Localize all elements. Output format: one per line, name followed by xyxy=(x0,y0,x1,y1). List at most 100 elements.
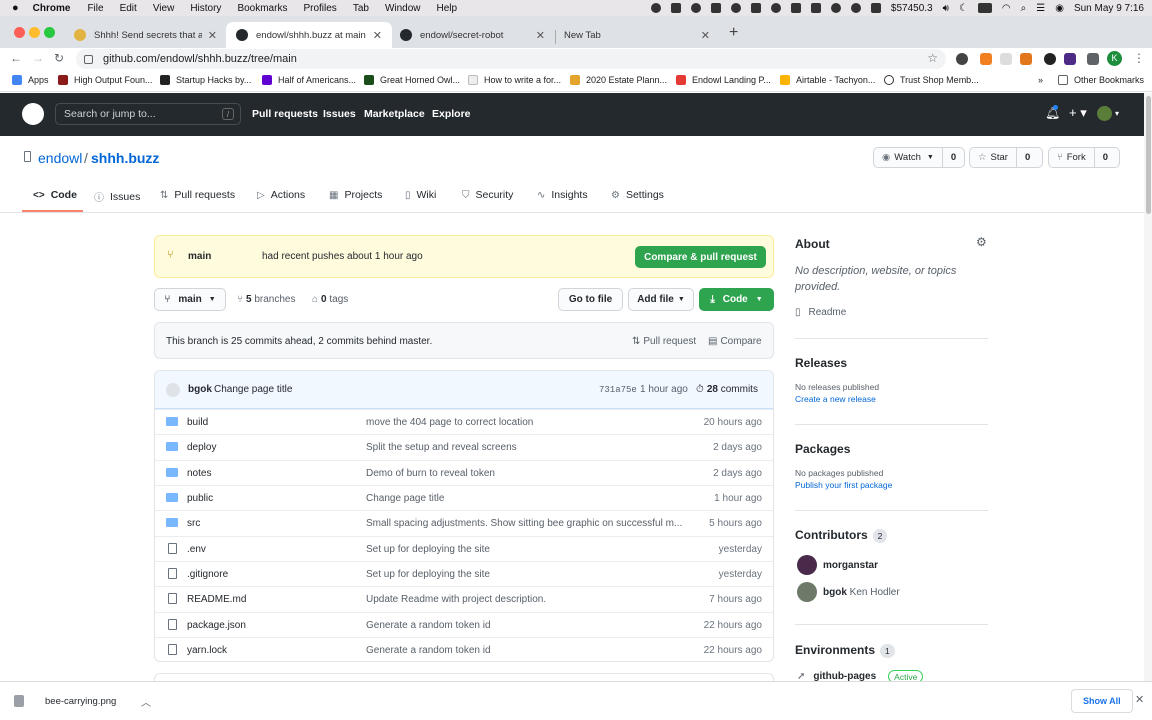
forward-button[interactable]: → xyxy=(32,51,44,65)
record-status-icon[interactable] xyxy=(650,3,661,13)
commits-link[interactable]: ⏱ 28 commits xyxy=(696,384,758,395)
fork-button[interactable]: ⑂ Fork 0 xyxy=(1048,147,1120,168)
browser-tab-secret-robot[interactable]: endowl/secret-robot ✕ xyxy=(390,22,555,48)
bookmark-how-to-write[interactable]: How to write a for... xyxy=(468,75,561,85)
watch-button[interactable]: ◉ Watch ▼ 0 xyxy=(873,147,965,168)
star-count[interactable]: 0 xyxy=(1017,152,1038,163)
table-row[interactable]: public Change page title 1 hour ago xyxy=(155,485,773,510)
metamask-icon[interactable] xyxy=(1020,53,1032,65)
docker-icon[interactable] xyxy=(710,3,721,13)
menu-edit[interactable]: Edit xyxy=(120,3,137,14)
tab-close-icon[interactable]: ✕ xyxy=(701,29,710,42)
new-tab-button[interactable]: + xyxy=(729,24,738,42)
extensions-puzzle-icon[interactable] xyxy=(1087,53,1099,65)
releases-heading[interactable]: Releases xyxy=(795,356,847,370)
github-logo-icon[interactable] xyxy=(22,103,44,125)
branches-link[interactable]: ⑂ 5 branches xyxy=(237,294,295,305)
extension-3-icon[interactable] xyxy=(1000,53,1012,65)
table-row[interactable]: .gitignore Set up for deploying the site y… xyxy=(155,561,773,586)
back-button[interactable]: ← xyxy=(10,51,22,65)
tab-close-icon[interactable]: ✕ xyxy=(208,29,217,42)
tab-issues[interactable]: ⓘ Issues xyxy=(94,189,140,205)
profile-avatar[interactable]: K xyxy=(1107,51,1122,66)
download-options-chevron-icon[interactable]: ︿ xyxy=(141,694,151,709)
timer-icon[interactable] xyxy=(730,3,741,13)
code-download-button[interactable]: ⤓ Code ▼ xyxy=(699,288,774,311)
dropbox-icon[interactable] xyxy=(790,3,801,13)
monitor-icon[interactable] xyxy=(810,3,821,13)
bolt-icon[interactable] xyxy=(870,3,881,13)
screen-capture-icon[interactable] xyxy=(670,3,681,13)
table-row[interactable]: deploy Split the setup and reveal screens… xyxy=(155,434,773,459)
repo-owner-link[interactable]: endowl xyxy=(38,150,82,166)
fork-count[interactable]: 0 xyxy=(1095,152,1116,163)
compare-pull-request-button[interactable]: Compare & pull request xyxy=(635,246,766,268)
apple-menu-icon[interactable]: ● xyxy=(12,2,19,14)
nav-explore[interactable]: Explore xyxy=(432,108,471,120)
nav-issues[interactable]: Issues xyxy=(323,108,356,120)
info-icon[interactable] xyxy=(850,3,861,13)
extension-2-icon[interactable] xyxy=(980,53,992,65)
tab-code[interactable]: <> Code xyxy=(33,189,77,201)
window-minimize-button[interactable] xyxy=(29,27,40,38)
close-icon[interactable]: ✕ xyxy=(1135,693,1144,706)
tab-actions[interactable]: ▷ Actions xyxy=(257,189,305,201)
battery-icon[interactable] xyxy=(977,3,992,13)
table-row[interactable]: src Small spacing adjustments. Show sitti… xyxy=(155,510,773,535)
watch-count[interactable]: 0 xyxy=(943,152,964,163)
tab-settings[interactable]: ⚙ Settings xyxy=(611,189,664,201)
create-release-link[interactable]: Create a new release xyxy=(795,394,876,404)
star-button[interactable]: ☆ Star 0 xyxy=(969,147,1043,168)
vpn-icon[interactable] xyxy=(750,3,761,13)
table-row[interactable]: README.md Update Readme with project desc… xyxy=(155,586,773,611)
do-not-disturb-icon[interactable]: ☾ xyxy=(959,3,968,14)
compare-link[interactable]: ▤ Compare xyxy=(708,336,762,347)
contributor-morganstar[interactable]: morganstar xyxy=(797,555,878,575)
browser-tab-shhh-buzz[interactable]: endowl/shhh.buzz at main ✕ xyxy=(226,22,392,48)
other-bookmarks[interactable]: Other Bookmarks xyxy=(1058,75,1144,85)
bookmark-trust-shop[interactable]: Trust Shop Memb... xyxy=(884,75,979,85)
bookmark-airtable[interactable]: Airtable - Tachyon... xyxy=(780,75,875,85)
tags-link[interactable]: ⌂ 0 tags xyxy=(312,294,348,305)
packages-heading[interactable]: Packages xyxy=(795,442,850,456)
app-menu-chrome[interactable]: Chrome xyxy=(33,3,71,14)
bookmark-high-output[interactable]: High Output Foun... xyxy=(58,75,153,85)
bookmark-apps[interactable]: Apps xyxy=(12,75,49,85)
bookmark-great-horned-owl[interactable]: Great Horned Owl... xyxy=(364,75,460,85)
contributor-bgok[interactable]: bgok Ken Hodler xyxy=(797,582,900,602)
menu-help[interactable]: Help xyxy=(437,3,458,14)
window-close-button[interactable] xyxy=(14,27,25,38)
flash-branch-name[interactable]: main xyxy=(188,251,211,262)
add-file-button[interactable]: Add file ▼ xyxy=(628,288,694,311)
address-bar[interactable]: github.com/endowl/shhh.buzz/tree/main ☆ xyxy=(76,49,946,69)
menu-bookmarks[interactable]: Bookmarks xyxy=(237,3,287,14)
readme-link[interactable]: ▯ Readme xyxy=(795,307,846,318)
bookmark-estate-planning[interactable]: 2020 Estate Plann... xyxy=(570,75,667,85)
show-all-button[interactable]: Show All xyxy=(1071,689,1133,713)
branch-select-button[interactable]: ⑂ main ▼ xyxy=(154,288,226,311)
download-item[interactable]: bee-carrying.png xyxy=(45,696,116,707)
about-settings-gear-icon[interactable]: ⚙ xyxy=(976,235,987,249)
menu-history[interactable]: History xyxy=(190,3,221,14)
menu-tab[interactable]: Tab xyxy=(353,3,369,14)
browser-tab-new-tab[interactable]: New Tab ✕ xyxy=(554,22,720,48)
browser-tab-shhh[interactable]: Shhh! Send secrets that autom ✕ xyxy=(64,22,227,48)
table-row[interactable]: yarn.lock Generate a random token id 22 ho… xyxy=(155,637,773,662)
spotlight-icon[interactable]: ⌕ xyxy=(1021,3,1027,14)
commit-message[interactable]: Change page title xyxy=(214,384,292,395)
publish-package-link[interactable]: Publish your first package xyxy=(795,480,892,490)
environments-heading[interactable]: Environments 1 xyxy=(795,643,895,658)
nav-marketplace[interactable]: Marketplace xyxy=(364,108,425,120)
tab-close-icon[interactable]: ✕ xyxy=(536,29,545,42)
app-status-icon[interactable] xyxy=(690,3,701,13)
bookmark-half-of-americans[interactable]: Half of Americans... xyxy=(262,75,356,85)
author-avatar[interactable] xyxy=(166,383,180,397)
nav-pull-requests[interactable]: Pull requests xyxy=(252,108,318,120)
extension-5-icon[interactable] xyxy=(1064,53,1076,65)
tab-close-icon[interactable]: ✕ xyxy=(373,29,382,42)
tab-projects[interactable]: ▦ Projects xyxy=(329,189,382,201)
scrollbar-thumb[interactable] xyxy=(1146,96,1151,214)
siri-icon[interactable]: ◉ xyxy=(1055,3,1064,14)
clock[interactable]: Sun May 9 7:16 xyxy=(1074,3,1144,14)
bookmarks-overflow-button[interactable]: » xyxy=(1038,75,1043,85)
